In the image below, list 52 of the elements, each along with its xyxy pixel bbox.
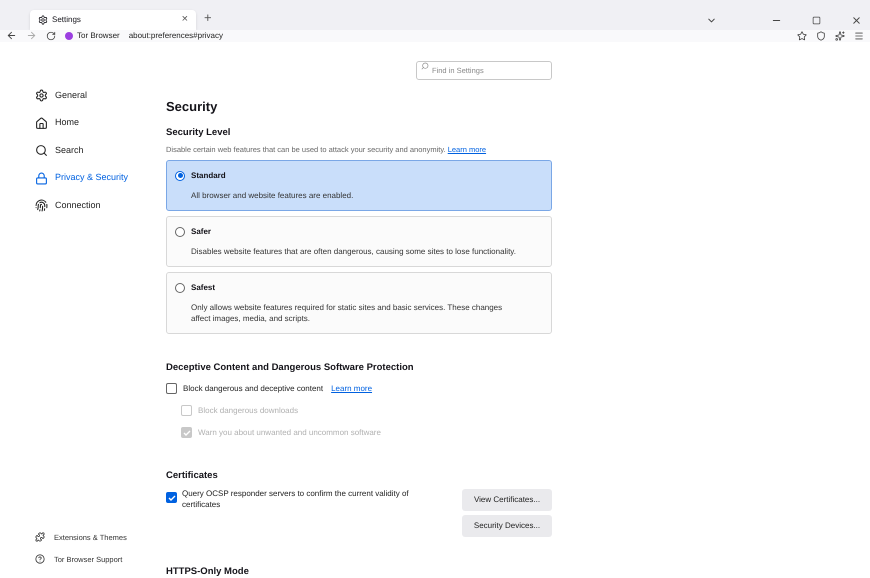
checkbox-label: Block dangerous and deceptive content — [183, 382, 324, 395]
sidebar-item[interactable]: Home — [35, 116, 166, 130]
checkbox-label: Block dangerous downloads — [198, 404, 298, 417]
security-level-card[interactable]: Safer Disables website features that are often dangerous, causing some sites to lose functionality. — [166, 216, 552, 266]
certificate-button[interactable]: Security Devices... — [462, 515, 552, 537]
shield-icon[interactable] — [816, 30, 826, 40]
radio-button[interactable] — [175, 282, 185, 292]
reload-icon[interactable] — [46, 30, 56, 40]
sidebar-item[interactable]: Search — [35, 144, 166, 158]
subsection-title: Deceptive Content and Dangerous Software Protection — [166, 360, 415, 374]
level-name: Safest — [191, 282, 216, 294]
maximize-icon[interactable] — [812, 16, 821, 24]
close-window-icon[interactable] — [851, 14, 862, 26]
gear-icon — [38, 14, 48, 24]
radio-button[interactable] — [175, 226, 185, 236]
identity-label[interactable]: Tor Browser — [77, 30, 120, 42]
level-description: All browser and website features are enabled. — [190, 190, 354, 200]
close-tab-button[interactable]: × — [182, 11, 188, 28]
level-name: Standard — [191, 170, 226, 182]
security-level-card[interactable]: Standard All browser and website features are enabled. — [166, 160, 552, 210]
gear-icon — [35, 89, 48, 102]
sidebar-item[interactable]: Connection — [35, 198, 166, 212]
subsection-title: Certificates — [166, 468, 219, 483]
checkbox-label: Query OCSP responder servers to confirm the current validity of certificates — [182, 488, 410, 510]
url-field[interactable]: about:preferences#privacy — [128, 30, 223, 42]
sidebar-item[interactable]: General — [35, 88, 166, 102]
lock-icon — [35, 172, 48, 184]
level-name: Safer — [191, 226, 212, 238]
level-description: Only allows website features required for static sites and basic services. These changes affect images, media, and scripts. — [190, 302, 504, 324]
search-icon — [421, 62, 429, 70]
bookmark-star-icon[interactable] — [797, 30, 807, 40]
subsection-title: HTTPS-Only Mode — [166, 565, 250, 578]
browser-tab[interactable]: Settings × — [30, 10, 196, 30]
radio-button[interactable] — [175, 170, 185, 180]
section-title: Security — [166, 98, 218, 116]
certificate-button[interactable]: View Certificates... — [462, 489, 552, 511]
level-description: Disables website features that are often dangerous, causing some sites to lose functionality. — [190, 246, 517, 256]
learn-more-link[interactable]: Learn more — [331, 382, 372, 395]
search-icon — [35, 144, 48, 157]
help-icon — [35, 554, 45, 564]
security-level-card[interactable]: Safest Only allows website features required for static sites and basic services. These changes affect images, media, and scripts. — [166, 272, 552, 334]
checkbox-label: Warn you about unwanted and uncommon software — [198, 426, 381, 439]
tab-title: Settings — [52, 14, 82, 26]
home-icon — [35, 116, 48, 130]
menu-icon[interactable] — [854, 30, 864, 40]
subsection-title: Security Level — [166, 126, 232, 140]
puzzle-icon — [35, 532, 45, 542]
new-tab-button[interactable]: + — [204, 8, 212, 28]
checkbox[interactable] — [166, 383, 177, 394]
checkbox[interactable] — [166, 492, 177, 503]
sidebar-item[interactable]: Privacy & Security — [35, 171, 166, 185]
back-icon[interactable] — [6, 30, 17, 41]
